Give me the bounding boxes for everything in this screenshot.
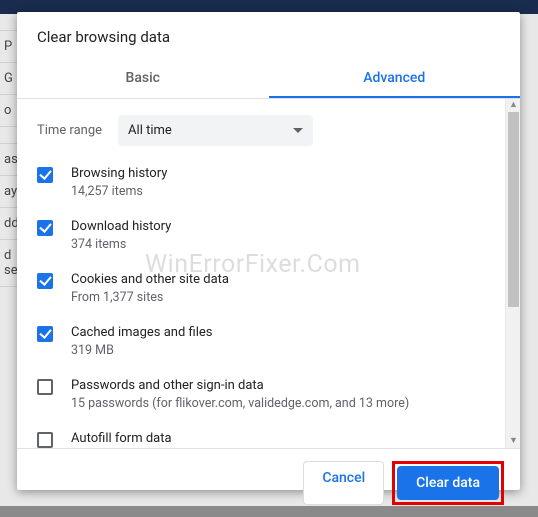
clear-browsing-data-dialog: Clear browsing data Basic Advanced Time …: [17, 12, 520, 490]
checkbox-passwords[interactable]: [37, 379, 53, 395]
item-passwords: Passwords and other sign-in data 15 pass…: [37, 378, 485, 411]
item-download-history: Download history 374 items: [37, 219, 485, 252]
content-wrap: Time range All time Browsing history 14,…: [17, 99, 520, 448]
scrollbar[interactable]: ▲ ▼: [505, 99, 520, 448]
tab-advanced[interactable]: Advanced: [269, 58, 521, 98]
item-cookies: Cookies and other site data From 1,377 s…: [37, 272, 485, 305]
dialog-title: Clear browsing data: [17, 12, 520, 58]
item-sub: 14,257 items: [71, 184, 167, 199]
item-label: Browsing history: [71, 166, 167, 181]
time-range-dropdown[interactable]: All time: [118, 115, 313, 146]
item-sub: From 1,377 sites: [71, 290, 229, 305]
item-label: Cached images and files: [71, 325, 212, 340]
item-cached: Cached images and files 319 MB: [37, 325, 485, 358]
item-browsing-history: Browsing history 14,257 items: [37, 166, 485, 199]
highlight-box: Clear data: [392, 461, 504, 505]
item-label: Passwords and other sign-in data: [71, 378, 409, 393]
checkbox-download-history[interactable]: [37, 220, 53, 236]
time-range-value: All time: [128, 123, 172, 138]
checkbox-cached[interactable]: [37, 326, 53, 342]
cancel-button[interactable]: Cancel: [303, 461, 384, 505]
scrollbar-thumb[interactable]: [508, 112, 519, 307]
item-sub: 319 MB: [71, 343, 212, 358]
item-autofill: Autofill form data: [37, 431, 485, 448]
item-label: Autofill form data: [71, 431, 172, 446]
item-label: Cookies and other site data: [71, 272, 229, 287]
dialog-footer: Cancel Clear data: [17, 448, 520, 517]
item-label: Download history: [71, 219, 171, 234]
item-sub: 15 passwords (for flikover.com, validedg…: [71, 396, 409, 411]
tab-basic[interactable]: Basic: [17, 58, 269, 98]
checkbox-cookies[interactable]: [37, 273, 53, 289]
checkbox-browsing-history[interactable]: [37, 167, 53, 183]
item-sub: 374 items: [71, 237, 171, 252]
chevron-down-icon: [293, 128, 303, 133]
time-range-row: Time range All time: [37, 115, 485, 146]
tabs: Basic Advanced: [17, 58, 520, 99]
scroll-up-icon[interactable]: ▲: [509, 101, 518, 110]
scroll-down-icon[interactable]: ▼: [509, 437, 518, 446]
clear-data-button[interactable]: Clear data: [397, 466, 499, 500]
content: Time range All time Browsing history 14,…: [17, 99, 505, 448]
checkbox-autofill[interactable]: [37, 432, 53, 448]
time-range-label: Time range: [37, 123, 102, 138]
